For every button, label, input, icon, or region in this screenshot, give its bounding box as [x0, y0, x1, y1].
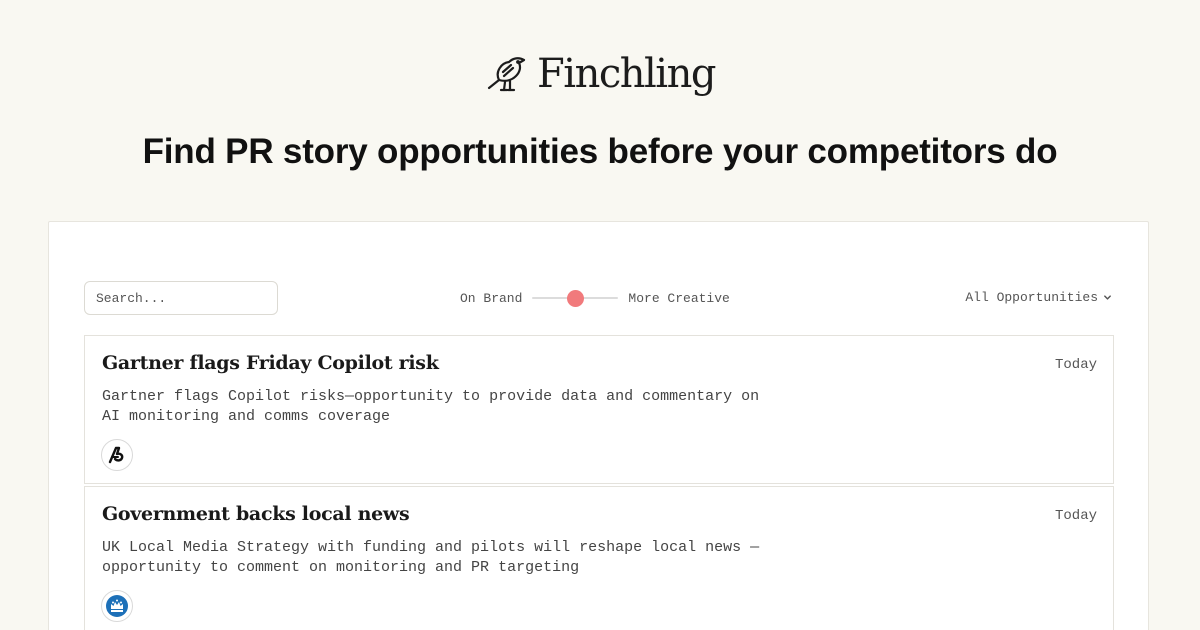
tone-slider[interactable] [532, 286, 619, 310]
finch-bird-icon [487, 57, 526, 92]
filter-label: All Opportunities [965, 289, 1098, 305]
brand-logo[interactable]: Finchling [0, 50, 1200, 98]
opportunity-title[interactable]: Government backs local news [102, 503, 410, 525]
slider-right-label: More Creative [628, 290, 730, 306]
opportunity-date: Today [1054, 508, 1097, 524]
chevron-down-icon [1104, 294, 1111, 300]
opportunity-list: Gartner flags Friday Copilot risk Today … [84, 335, 1114, 630]
opportunity-card[interactable]: Government backs local news Today UK Loc… [84, 486, 1114, 630]
opportunity-description: UK Local Media Strategy with funding and… [102, 539, 760, 576]
uk-government-crest-icon [106, 595, 128, 617]
tone-slider-group: On Brand More Creative [460, 286, 730, 310]
brand-name: Finchling [537, 51, 716, 97]
opportunity-title[interactable]: Gartner flags Friday Copilot risk [102, 352, 439, 374]
source-badge[interactable] [101, 439, 133, 471]
opportunity-card[interactable]: Gartner flags Friday Copilot risk Today … [84, 335, 1114, 484]
source-badge[interactable] [101, 590, 133, 622]
slider-thumb[interactable] [566, 290, 584, 307]
opportunity-filter-dropdown[interactable]: All Opportunities [965, 287, 1112, 307]
page-headline: Find PR story opportunities before your … [142, 132, 1058, 171]
page: Finchling Find PR story opportunities be… [0, 0, 1200, 630]
search-input[interactable] [84, 281, 278, 315]
opportunity-date: Today [1054, 357, 1097, 373]
opportunity-description: Gartner flags Copilot risks—opportunity … [102, 388, 760, 425]
news-source-logo-icon [108, 446, 124, 464]
slider-left-label: On Brand [460, 290, 523, 306]
opportunities-panel: On Brand More Creative All Opportunities… [48, 221, 1149, 630]
